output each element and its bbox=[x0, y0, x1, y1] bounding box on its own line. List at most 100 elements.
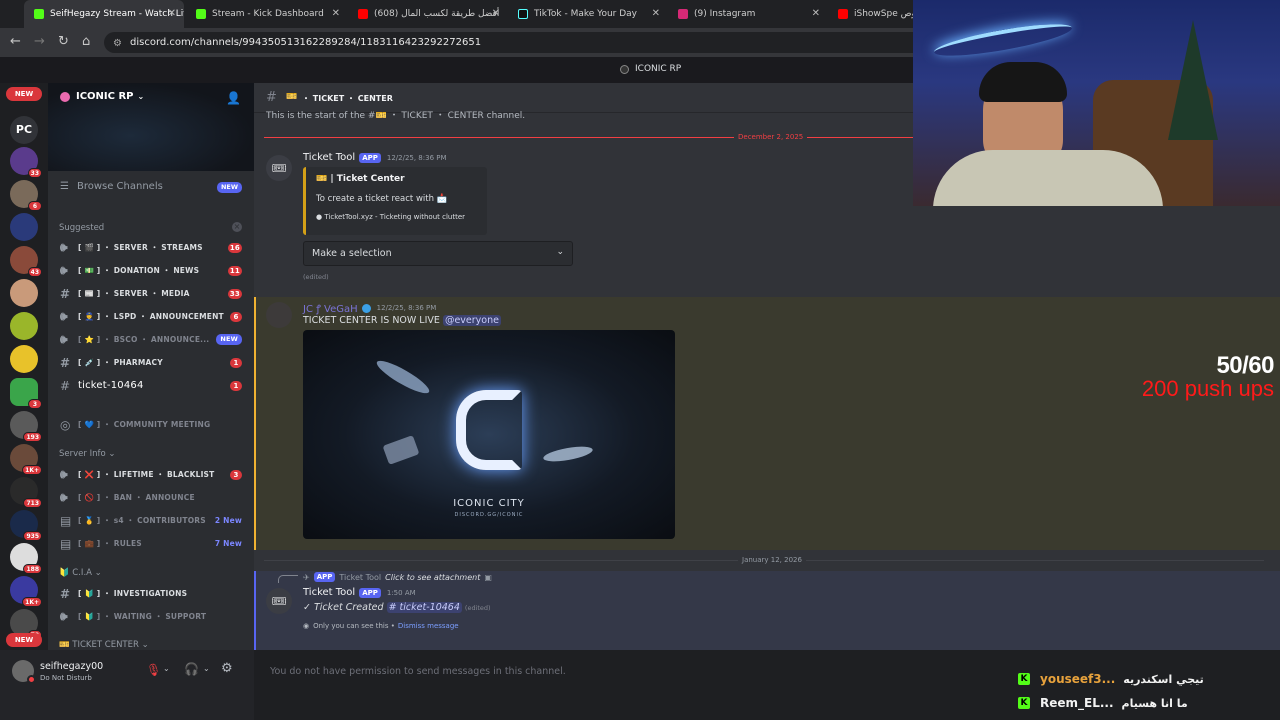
server-icon-5[interactable] bbox=[10, 279, 38, 307]
youtube-icon bbox=[838, 9, 848, 19]
channel-s4-contributors[interactable]: ▤[ 🥇 ] ・ s4 ・ CONTRIBUTORS 2 New bbox=[48, 510, 254, 531]
channel-server-media[interactable]: #[ 📰 ] ・ SERVER ・ MEDIA 33 bbox=[48, 283, 254, 304]
tab-youtube-2[interactable]: iShowSpe يعوص bbox=[828, 0, 918, 28]
tab-youtube[interactable]: (608) أفضل طريقة لكسب المال ✕ bbox=[348, 0, 508, 28]
kick-icon: K bbox=[1018, 697, 1030, 709]
server-name-menu[interactable]: ICONIC RP ⌄ bbox=[60, 91, 144, 102]
close-icon[interactable]: ✕ bbox=[332, 8, 340, 19]
server-icon-13[interactable]: 188 bbox=[10, 543, 42, 574]
back-icon[interactable]: ← bbox=[10, 34, 21, 49]
hash-icon: # bbox=[60, 286, 71, 301]
ticket-icon: 🎫 bbox=[286, 92, 298, 102]
url-input[interactable]: ⚙ discord.com/channels/994350513162289284… bbox=[104, 32, 924, 53]
channel-waiting-support[interactable]: 🕪[ 🔰 ] ・ WAITING ・ SUPPORT bbox=[48, 606, 254, 627]
headphones-icon[interactable]: 🎧 bbox=[184, 662, 199, 676]
reload-icon[interactable]: ↻ bbox=[58, 34, 69, 49]
gear-icon[interactable]: ⚙ bbox=[221, 661, 233, 676]
close-icon[interactable]: × bbox=[232, 222, 242, 232]
hair-shape bbox=[979, 62, 1067, 102]
message-author[interactable]: Ticket Tool bbox=[303, 152, 355, 163]
avatar[interactable] bbox=[12, 660, 36, 684]
list-icon: ☰ bbox=[60, 181, 69, 192]
server-icon-10[interactable]: 1K+ bbox=[10, 444, 42, 475]
speaker-icon: 🕪 bbox=[60, 309, 68, 323]
message-image[interactable]: ICONIC CITY DISCORD.GG/ICONIC bbox=[303, 330, 675, 539]
hash-icon: # bbox=[266, 90, 277, 105]
close-icon[interactable]: ✕ bbox=[492, 8, 500, 19]
server-icon-2[interactable]: 6 bbox=[10, 180, 42, 211]
message-author[interactable]: JC ꝭ VeGaH bbox=[303, 301, 358, 315]
speaker-icon: 🕪 bbox=[60, 240, 68, 254]
channel-server-streams[interactable]: 🕪[ 🎬 ] ・ SERVER ・ STREAMS 16 bbox=[48, 237, 254, 258]
tab-kick-dashboard[interactable]: Stream - Kick Dashboard ✕ bbox=[186, 0, 348, 28]
chevron-down-icon[interactable]: ⌄ bbox=[203, 664, 210, 673]
dismiss-message-link[interactable]: Dismiss message bbox=[398, 622, 459, 630]
add-member-icon[interactable]: 👤 bbox=[226, 91, 241, 105]
chevron-down-icon: ⌄ bbox=[94, 568, 102, 578]
chevron-down-icon[interactable]: ⌄ bbox=[163, 664, 170, 673]
channel-mention[interactable]: # ticket-10464 bbox=[386, 602, 462, 613]
category-cia[interactable]: 🔰 C.I.A ⌄ bbox=[59, 568, 102, 578]
server-icon-9[interactable]: 193 bbox=[10, 411, 42, 442]
ticket-tool-avatar[interactable]: 🎟 bbox=[266, 588, 292, 614]
server-icon-4[interactable]: 43 bbox=[10, 246, 42, 277]
app-tag: APP bbox=[359, 587, 381, 598]
bullet-shape bbox=[373, 355, 433, 399]
user-avatar[interactable] bbox=[266, 302, 292, 328]
site-info-icon[interactable]: ⚙ bbox=[113, 33, 122, 54]
hash-icon: # bbox=[60, 355, 71, 370]
server-icon-11[interactable]: 713 bbox=[10, 477, 42, 508]
close-icon[interactable]: ✕ bbox=[168, 8, 176, 19]
channel-bsco-announce[interactable]: 🕪[ ⭐ ] ・ BSCO ・ ANNOUNCE... NEW bbox=[48, 329, 254, 350]
user-panel: seifhegazy00 Do Not Disturb 🎙 ⌄ 🎧 ⌄ ⚙ bbox=[0, 650, 254, 720]
category-ticket-center[interactable]: 🎫 TICKET CENTER ⌄ bbox=[59, 640, 149, 650]
username[interactable]: seifhegazy00 bbox=[40, 661, 103, 672]
sweater-shape bbox=[933, 150, 1163, 206]
channel-donation-news[interactable]: 🕪[ 💵 ] ・ DONATION ・ NEWS 11 bbox=[48, 260, 254, 281]
reply-preview[interactable]: ✈ APP Ticket Tool Click to see attachmen… bbox=[303, 572, 492, 582]
kick-icon: K bbox=[1018, 673, 1030, 685]
mute-icon[interactable]: 🎙 bbox=[146, 663, 161, 677]
server-icon-12[interactable]: 935 bbox=[10, 510, 42, 541]
channel-community-meeting[interactable]: ◎[ 💙 ] ・ COMMUNITY MEETING bbox=[48, 414, 254, 435]
ticket-tool-avatar[interactable]: 🎟 bbox=[266, 155, 292, 181]
kick-icon bbox=[34, 9, 44, 19]
server-icon bbox=[620, 64, 629, 74]
mention-everyone[interactable]: @everyone bbox=[442, 315, 501, 326]
category-suggested[interactable]: Suggested bbox=[59, 223, 104, 233]
instagram-icon bbox=[678, 9, 688, 19]
channel-ban-announce[interactable]: 🕪[ 🚫 ] ・ BAN ・ ANNOUNCE bbox=[48, 487, 254, 508]
category-server-info[interactable]: Server Info ⌄ bbox=[59, 449, 116, 459]
server-icon-8[interactable]: 3 bbox=[10, 378, 42, 409]
channel-pharmacy[interactable]: #[ 💉 ] ・ PHARMACY 1 bbox=[48, 352, 254, 373]
home-icon[interactable]: ⌂ bbox=[82, 34, 90, 49]
select-menu[interactable]: Make a selection ⌄ bbox=[303, 241, 573, 266]
tab-instagram[interactable]: (9) Instagram ✕ bbox=[668, 0, 828, 28]
new-pill-bottom[interactable]: NEW bbox=[6, 633, 42, 647]
chat-text: ما انا هسيام bbox=[1121, 696, 1188, 710]
message-author[interactable]: Ticket Tool bbox=[303, 587, 355, 598]
close-icon[interactable]: ✕ bbox=[812, 8, 820, 19]
server-icon-6[interactable] bbox=[10, 312, 38, 340]
webcam-overlay bbox=[913, 0, 1280, 206]
server-icon-1[interactable]: 33 bbox=[10, 147, 42, 178]
speaker-icon: 🕪 bbox=[60, 490, 68, 504]
hash-icon: # bbox=[60, 378, 71, 393]
chat-text: تيجي اسكندريه bbox=[1123, 672, 1204, 686]
channel-investigations[interactable]: #[ 🔰 ] ・ INVESTIGATIONS bbox=[48, 583, 254, 604]
new-pill[interactable]: NEW bbox=[6, 87, 42, 101]
pushup-goal: 200 push ups bbox=[1141, 376, 1274, 401]
server-icon-3[interactable] bbox=[10, 213, 38, 241]
server-icon-14[interactable]: 1K+ bbox=[10, 576, 42, 607]
server-pc[interactable]: PC bbox=[10, 116, 38, 144]
channel-ticket-10464[interactable]: # ticket-10464 1 bbox=[48, 375, 254, 396]
tab-tiktok[interactable]: TikTok - Make Your Day ✕ bbox=[508, 0, 668, 28]
channel-lifetime-blacklist[interactable]: 🕪[ ❌ ] ・ LIFETIME ・ BLACKLIST 3 bbox=[48, 464, 254, 485]
close-icon[interactable]: ✕ bbox=[652, 8, 660, 19]
channel-rules[interactable]: ▤[ 💼 ] ・ RULES 7 New bbox=[48, 533, 254, 554]
tab-kick-watch[interactable]: SeifHegazy Stream - Watch Live ✕ bbox=[24, 0, 184, 28]
browse-channels[interactable]: ☰ Browse Channels NEW bbox=[60, 181, 242, 193]
server-icon-7[interactable] bbox=[10, 345, 38, 373]
channel-lspd-announcement[interactable]: 🕪[ 👮 ] ・ LSPD ・ ANNOUNCEMENT 6 bbox=[48, 306, 254, 327]
forward-icon[interactable]: → bbox=[34, 34, 45, 49]
